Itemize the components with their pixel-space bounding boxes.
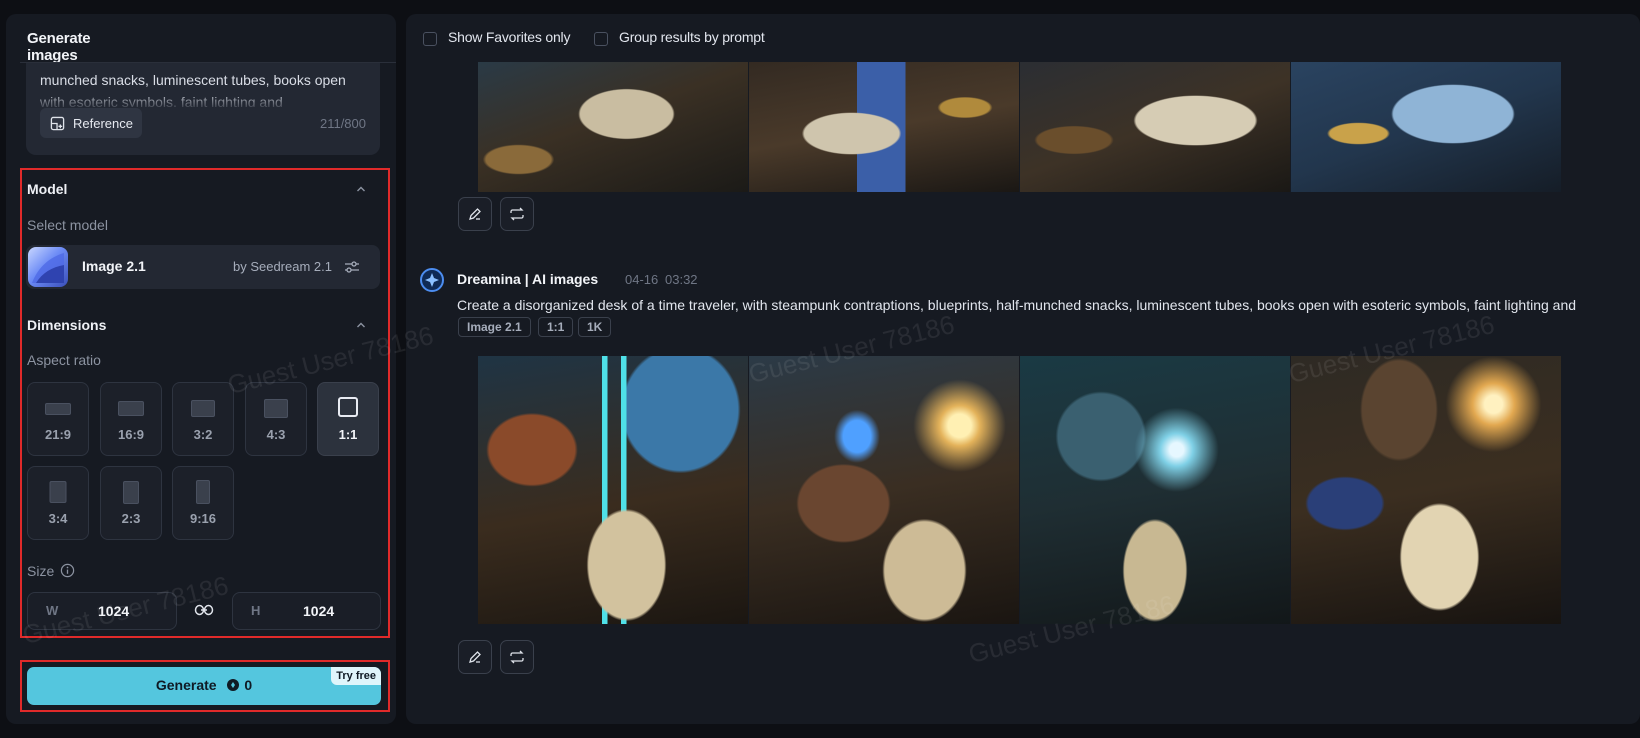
sliders-icon[interactable] bbox=[344, 260, 360, 274]
image-add-icon bbox=[50, 116, 65, 130]
tab-generate-images[interactable]: Generate images bbox=[27, 30, 91, 64]
select-model-label: Select model bbox=[27, 217, 108, 233]
ratio-shape bbox=[123, 481, 139, 504]
group-by-prompt-checkbox[interactable] bbox=[594, 32, 608, 46]
ratio-21-9[interactable]: 21:9 bbox=[27, 382, 89, 456]
height-field[interactable]: H 1024 bbox=[232, 592, 381, 630]
width-key: W bbox=[46, 603, 59, 618]
result-image[interactable] bbox=[478, 356, 748, 624]
width-value[interactable]: 1024 bbox=[98, 603, 129, 619]
tag-model: Image 2.1 bbox=[458, 317, 531, 337]
pencil-icon bbox=[469, 651, 481, 663]
ratio-16-9[interactable]: 16:9 bbox=[100, 382, 162, 456]
pencil-icon bbox=[469, 208, 481, 220]
ratio-label: 21:9 bbox=[44, 427, 72, 442]
char-counter: 211/800 bbox=[319, 116, 366, 131]
result-image[interactable] bbox=[478, 62, 748, 192]
width-field[interactable]: W 1024 bbox=[27, 592, 177, 630]
ratio-2-3[interactable]: 2:3 bbox=[100, 466, 162, 540]
regenerate-button[interactable] bbox=[500, 640, 534, 674]
ratio-label: 3:2 bbox=[193, 427, 213, 442]
tag-resolution: 1K bbox=[578, 317, 612, 337]
result-image[interactable] bbox=[1020, 62, 1290, 192]
ratio-shape bbox=[196, 480, 210, 504]
ratio-label: 9:16 bbox=[189, 511, 217, 526]
ratio-shape bbox=[49, 481, 67, 503]
result-date: 04-16 bbox=[625, 272, 659, 287]
favorites-label[interactable]: Show Favorites only bbox=[448, 29, 570, 45]
ratio-label: 3:4 bbox=[48, 511, 68, 526]
result-image[interactable] bbox=[749, 356, 1019, 624]
try-free-badge: Try free bbox=[331, 667, 381, 685]
ratio-label: 1:1 bbox=[338, 427, 358, 442]
ratio-3-2[interactable]: 3:2 bbox=[172, 382, 234, 456]
height-key: H bbox=[251, 603, 261, 618]
reference-button[interactable]: Reference bbox=[40, 108, 142, 138]
ratio-label: 16:9 bbox=[117, 427, 145, 442]
size-label: Size bbox=[27, 563, 55, 579]
generate-button[interactable]: Generate 0 Try free bbox=[27, 667, 381, 705]
model-provider: by Seedream 2.1 bbox=[232, 259, 332, 274]
reference-label: Reference bbox=[73, 115, 133, 131]
ratio-shape bbox=[45, 403, 71, 415]
ratio-shape bbox=[191, 400, 215, 417]
results-panel: Show Favorites only Group results by pro… bbox=[406, 14, 1640, 724]
favorites-checkbox[interactable] bbox=[423, 32, 437, 46]
result-image[interactable] bbox=[1291, 62, 1561, 192]
model-selector[interactable]: Image 2.1 by Seedream 2.1 bbox=[26, 245, 380, 289]
tag-ratio: 1:1 bbox=[538, 317, 574, 337]
dreamina-logo-icon bbox=[420, 268, 444, 292]
result-time: 03:32 bbox=[665, 272, 698, 287]
aspect-ratio-label: Aspect ratio bbox=[27, 352, 101, 368]
ratio-9-16[interactable]: 9:16 bbox=[172, 466, 234, 540]
ratio-label: 2:3 bbox=[121, 511, 141, 526]
result-image[interactable] bbox=[1020, 356, 1290, 624]
result-image[interactable] bbox=[749, 62, 1019, 192]
model-thumbnail bbox=[28, 247, 68, 287]
dimensions-section-title: Dimensions bbox=[27, 317, 107, 333]
credit-icon bbox=[227, 679, 240, 691]
edit-button[interactable] bbox=[458, 197, 492, 231]
ratio-shape bbox=[118, 401, 144, 416]
model-section-title: Model bbox=[27, 181, 68, 197]
ratio-shape bbox=[264, 399, 288, 418]
refresh-icon bbox=[510, 650, 524, 664]
height-value[interactable]: 1024 bbox=[303, 603, 334, 619]
refresh-icon bbox=[510, 207, 524, 221]
ratio-4-3[interactable]: 4:3 bbox=[245, 382, 307, 456]
chevron-up-icon[interactable] bbox=[356, 184, 366, 194]
generate-text: Generate bbox=[155, 677, 217, 693]
regenerate-button[interactable] bbox=[500, 197, 534, 231]
chevron-up-icon[interactable] bbox=[356, 320, 366, 330]
ratio-label: 4:3 bbox=[266, 427, 286, 442]
group-by-prompt-label[interactable]: Group results by prompt bbox=[619, 29, 765, 45]
generate-label: Generate 0 bbox=[27, 677, 381, 693]
ratio-shape bbox=[338, 397, 358, 417]
model-name: Image 2.1 bbox=[82, 258, 146, 274]
ratio-3-4[interactable]: 3:4 bbox=[27, 466, 89, 540]
prompt-input[interactable]: munched snacks, luminescent tubes, books… bbox=[26, 63, 380, 155]
prompt-fade bbox=[26, 91, 380, 109]
author-name[interactable]: Dreamina | AI images bbox=[457, 271, 598, 287]
generate-cost: 0 bbox=[244, 677, 253, 693]
result-prompt[interactable]: Create a disorganized desk of a time tra… bbox=[457, 297, 1576, 313]
link-icon[interactable] bbox=[194, 603, 214, 617]
result-image[interactable] bbox=[1291, 356, 1561, 624]
ratio-1-1[interactable]: 1:1 bbox=[317, 382, 379, 456]
info-icon[interactable] bbox=[60, 563, 75, 578]
edit-button[interactable] bbox=[458, 640, 492, 674]
